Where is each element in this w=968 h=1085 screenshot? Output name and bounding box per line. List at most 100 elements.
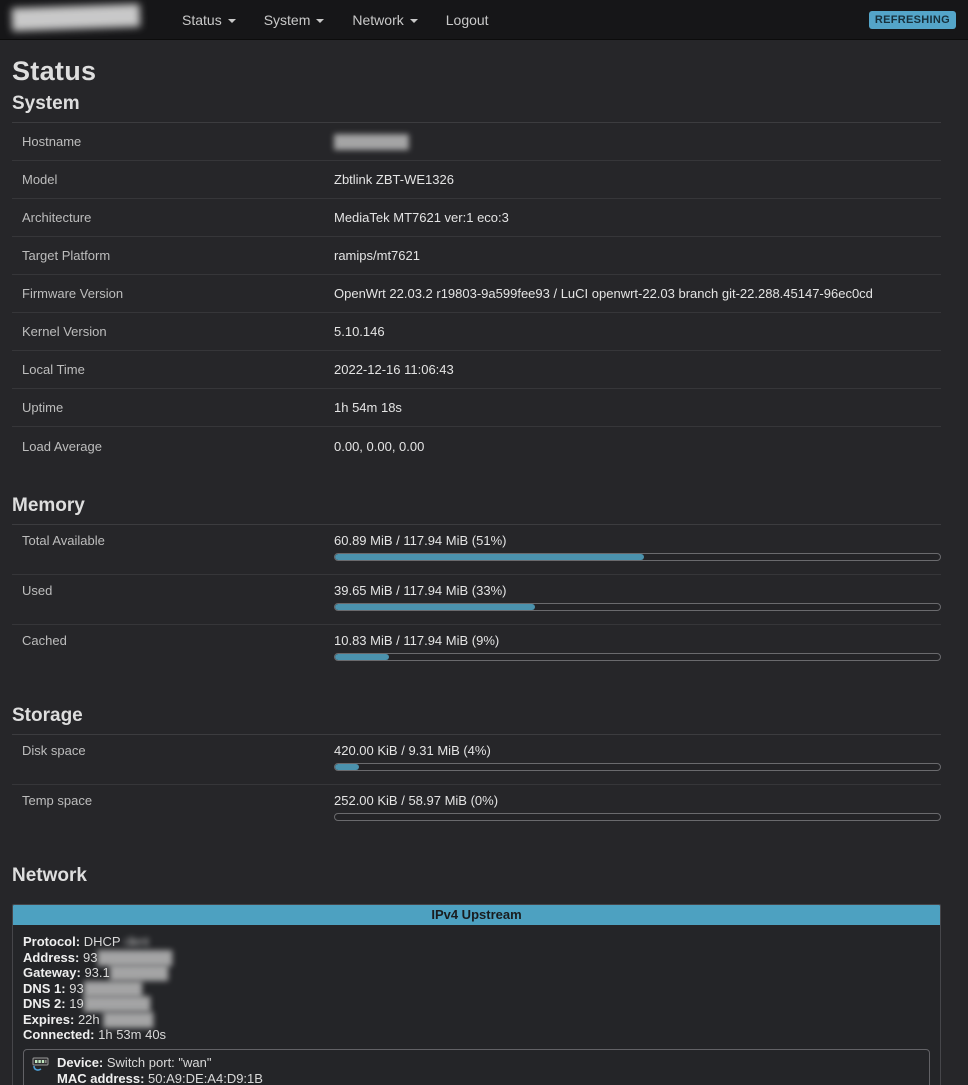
net-line-label: Connected: (23, 1027, 95, 1042)
storage-table: Disk space 420.00 KiB / 9.31 MiB (4%) Te… (12, 735, 941, 835)
memory-used-value: 39.65 MiB / 117.94 MiB (33%) (334, 583, 941, 598)
progress-bar (334, 553, 941, 561)
table-row-kernel-version: Kernel Version 5.10.146 (12, 313, 941, 351)
net-expires: Expires: 22h ██████ (23, 1012, 930, 1028)
table-row-temp-space: Temp space 252.00 KiB / 58.97 MiB (0%) (12, 785, 941, 835)
net-line-label: DNS 2: (23, 996, 66, 1011)
ethernet-switch-icon (32, 1055, 50, 1085)
main-content: Status System Hostname █████████ Model Z… (0, 56, 968, 1085)
row-label: Kernel Version (22, 324, 334, 339)
device-line: Device: Switch port: "wan" (57, 1055, 263, 1071)
memory-total-value: 60.89 MiB / 117.94 MiB (51%) (334, 533, 941, 548)
net-address: Address: 93█████████ (23, 950, 930, 966)
row-label: Temp space (22, 793, 334, 808)
row-value: MediaTek MT7621 ver:1 eco:3 (334, 210, 509, 225)
mac-value: 50:A9:DE:A4:D9:1B (148, 1071, 263, 1085)
progress-bar-fill (335, 554, 644, 560)
nav-network-label: Network (352, 12, 403, 28)
memory-table: Total Available 60.89 MiB / 117.94 MiB (… (12, 525, 941, 675)
table-row-uptime: Uptime 1h 54m 18s (12, 389, 941, 427)
chevron-down-icon (410, 19, 418, 23)
table-row-used: Used 39.65 MiB / 117.94 MiB (33%) (12, 575, 941, 625)
ipv4-upstream-details: Protocol: DHCP client Address: 93███████… (13, 925, 940, 1085)
net-line-label: Expires: (23, 1012, 74, 1027)
progress-bar (334, 653, 941, 661)
net-gateway: Gateway: 93.1███████ (23, 965, 930, 981)
ipv4-upstream-header: IPv4 Upstream (13, 905, 940, 925)
table-row-total-available: Total Available 60.89 MiB / 117.94 MiB (… (12, 525, 941, 575)
table-row-disk-space: Disk space 420.00 KiB / 9.31 MiB (4%) (12, 735, 941, 785)
net-line-value: DHCP (84, 934, 124, 949)
row-label: Disk space (22, 743, 334, 758)
row-value: Zbtlink ZBT-WE1326 (334, 172, 454, 187)
net-dns1: DNS 1: 93███████ (23, 981, 930, 997)
table-row-cached: Cached 10.83 MiB / 117.94 MiB (9%) (12, 625, 941, 675)
chevron-down-icon (316, 19, 324, 23)
temp-space-value: 252.00 KiB / 58.97 MiB (0%) (334, 793, 941, 808)
memory-heading: Memory (12, 495, 941, 525)
net-dns2: DNS 2: 19████████ (23, 996, 930, 1012)
table-row-local-time: Local Time 2022-12-16 11:06:43 (12, 351, 941, 389)
nav-network[interactable]: Network (338, 0, 431, 40)
net-line-value: 19 (69, 996, 83, 1011)
nav-system[interactable]: System (250, 0, 339, 40)
progress-bar-fill (335, 654, 389, 660)
net-line-value: 93.1 (84, 965, 109, 980)
row-label: Target Platform (22, 248, 334, 263)
chevron-down-icon (228, 19, 236, 23)
row-label: Model (22, 172, 334, 187)
mac-label: MAC address: (57, 1071, 144, 1085)
nav-system-label: System (264, 12, 311, 28)
progress-bar (334, 763, 941, 771)
navbar: ███████████ Status System Network Logout… (0, 0, 968, 40)
network-heading: Network (12, 865, 941, 894)
nav-status-label: Status (182, 12, 222, 28)
net-line-redacted: ████████ (84, 996, 150, 1011)
net-line-value: 93 (69, 981, 83, 996)
row-label: Uptime (22, 400, 334, 415)
page-title: Status (12, 56, 941, 87)
net-line-redacted: ███████ (110, 965, 167, 980)
net-line-value: 1h 53m 40s (98, 1027, 166, 1042)
progress-bar-fill (335, 604, 535, 610)
row-label: Firmware Version (22, 286, 334, 301)
progress-bar (334, 813, 941, 821)
ipv4-upstream-table: IPv4 Upstream Protocol: DHCP client Addr… (12, 904, 941, 1085)
row-label: Load Average (22, 439, 334, 454)
row-value: 1h 54m 18s (334, 400, 402, 415)
device-value: Switch port: "wan" (107, 1055, 212, 1070)
net-connected: Connected: 1h 53m 40s (23, 1027, 930, 1043)
net-line-redacted: █████████ (97, 950, 171, 965)
table-row-load-average: Load Average 0.00, 0.00, 0.00 (12, 427, 941, 465)
row-label: Used (22, 583, 334, 598)
device-box: Device: Switch port: "wan" MAC address: … (23, 1049, 930, 1085)
table-row-firmware-version: Firmware Version OpenWrt 22.03.2 r19803-… (12, 275, 941, 313)
progress-bar (334, 603, 941, 611)
system-heading: System (12, 93, 941, 123)
nav-status[interactable]: Status (168, 0, 250, 40)
row-value: ramips/mt7621 (334, 248, 420, 263)
row-value: OpenWrt 22.03.2 r19803-9a599fee93 / LuCI… (334, 286, 873, 301)
net-protocol: Protocol: DHCP client (23, 934, 930, 950)
row-label: Cached (22, 633, 334, 648)
refreshing-badge[interactable]: REFRESHING (869, 11, 956, 29)
router-logo: ███████████ (12, 3, 141, 35)
device-text: Device: Switch port: "wan" MAC address: … (57, 1055, 263, 1085)
system-table: Hostname █████████ Model Zbtlink ZBT-WE1… (12, 123, 941, 465)
row-value: 0.00, 0.00, 0.00 (334, 439, 424, 454)
row-label: Architecture (22, 210, 334, 225)
net-line-label: Protocol: (23, 934, 80, 949)
net-line-value: 93 (83, 950, 97, 965)
row-value: 2022-12-16 11:06:43 (334, 362, 454, 377)
net-line-redacted: client (124, 934, 148, 949)
row-label: Local Time (22, 362, 334, 377)
device-label: Device: (57, 1055, 103, 1070)
memory-cached-value: 10.83 MiB / 117.94 MiB (9%) (334, 633, 941, 648)
row-value-redacted: █████████ (334, 134, 408, 149)
nav-logout[interactable]: Logout (432, 0, 503, 40)
net-line-value: 22h (78, 1012, 103, 1027)
mac-line: MAC address: 50:A9:DE:A4:D9:1B (57, 1071, 263, 1085)
row-label: Total Available (22, 533, 334, 548)
net-line-redacted: ███████ (84, 981, 141, 996)
row-label: Hostname (22, 134, 334, 149)
